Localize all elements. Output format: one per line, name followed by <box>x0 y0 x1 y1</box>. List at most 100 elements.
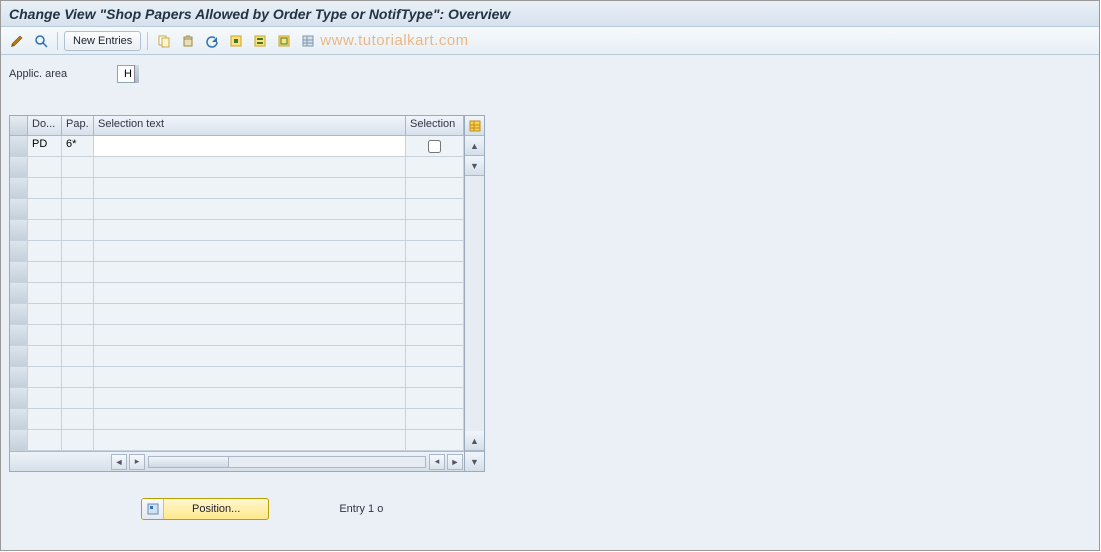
cell-pap[interactable] <box>62 178 94 198</box>
cell-do[interactable] <box>28 346 62 366</box>
cell-selection-checkbox[interactable] <box>406 388 464 408</box>
cell-selection-checkbox[interactable] <box>406 304 464 324</box>
scroll-down-icon-2[interactable]: ▼ <box>465 451 484 471</box>
cell-pap[interactable] <box>62 304 94 324</box>
cell-selection-text[interactable] <box>94 388 406 408</box>
cell-do[interactable] <box>28 283 62 303</box>
table-settings-icon[interactable] <box>298 31 318 51</box>
cell-do[interactable] <box>28 241 62 261</box>
cell-selection-checkbox[interactable] <box>406 220 464 240</box>
hscroll-thumb[interactable] <box>149 457 229 467</box>
cell-pap[interactable] <box>62 409 94 429</box>
row-selector[interactable] <box>10 157 28 177</box>
deselect-all-icon[interactable] <box>274 31 294 51</box>
position-button[interactable]: Position... <box>141 498 269 520</box>
cell-selection-checkbox[interactable] <box>406 367 464 387</box>
cell-selection-text[interactable] <box>94 262 406 282</box>
cell-selection-checkbox[interactable] <box>406 283 464 303</box>
col-do[interactable]: Do... <box>28 116 62 135</box>
select-block-icon[interactable] <box>250 31 270 51</box>
cell-selection-checkbox[interactable] <box>406 157 464 177</box>
cell-selection-checkbox[interactable] <box>406 346 464 366</box>
scroll-right-last-icon[interactable]: ► <box>447 454 463 470</box>
cell-pap[interactable] <box>62 241 94 261</box>
selection-checkbox[interactable] <box>428 140 441 153</box>
row-selector[interactable] <box>10 346 28 366</box>
row-selector[interactable] <box>10 262 28 282</box>
new-entries-button[interactable]: New Entries <box>64 31 141 51</box>
cell-selection-text[interactable] <box>94 220 406 240</box>
cell-do[interactable]: PD <box>28 136 62 156</box>
scroll-up-icon-2[interactable]: ▼ <box>465 156 484 176</box>
col-pap[interactable]: Pap. <box>62 116 94 135</box>
cell-selection-checkbox[interactable] <box>406 262 464 282</box>
hscroll-track[interactable] <box>148 456 426 468</box>
row-selector[interactable] <box>10 304 28 324</box>
row-selector[interactable] <box>10 367 28 387</box>
cell-selection-text[interactable] <box>94 346 406 366</box>
scroll-down-icon[interactable]: ▲ <box>465 431 484 451</box>
cell-selection-text[interactable] <box>94 325 406 345</box>
cell-do[interactable] <box>28 388 62 408</box>
cell-pap[interactable] <box>62 220 94 240</box>
copy-icon[interactable] <box>154 31 174 51</box>
cell-pap[interactable] <box>62 199 94 219</box>
row-selector[interactable] <box>10 409 28 429</box>
detail-icon[interactable] <box>31 31 51 51</box>
scroll-up-icon[interactable]: ▲ <box>465 136 484 156</box>
cell-pap[interactable] <box>62 157 94 177</box>
cell-pap[interactable] <box>62 388 94 408</box>
row-selector[interactable] <box>10 430 28 450</box>
cell-selection-text[interactable] <box>94 199 406 219</box>
cell-selection-text[interactable] <box>94 283 406 303</box>
scroll-right-icon[interactable]: ◂ <box>429 454 445 470</box>
row-selector[interactable] <box>10 388 28 408</box>
cell-pap[interactable] <box>62 262 94 282</box>
cell-do[interactable] <box>28 220 62 240</box>
cell-selection-text[interactable] <box>94 136 406 156</box>
vscroll-track[interactable] <box>465 176 484 431</box>
delete-icon[interactable] <box>178 31 198 51</box>
row-selector[interactable] <box>10 241 28 261</box>
cell-do[interactable] <box>28 409 62 429</box>
cell-selection-text[interactable] <box>94 178 406 198</box>
cell-selection-text[interactable] <box>94 409 406 429</box>
cell-pap[interactable] <box>62 367 94 387</box>
cell-pap[interactable]: 6* <box>62 136 94 156</box>
cell-selection-text[interactable] <box>94 430 406 450</box>
scroll-left-icon[interactable]: ▸ <box>129 454 145 470</box>
cell-selection-text[interactable] <box>94 304 406 324</box>
row-selector[interactable] <box>10 136 28 156</box>
col-selection[interactable]: Selection <box>406 116 464 135</box>
cell-do[interactable] <box>28 304 62 324</box>
row-selector[interactable] <box>10 178 28 198</box>
applic-area-field[interactable]: H <box>117 65 139 83</box>
row-selector[interactable] <box>10 199 28 219</box>
cell-selection-text[interactable] <box>94 367 406 387</box>
undo-icon[interactable] <box>202 31 222 51</box>
cell-do[interactable] <box>28 157 62 177</box>
cell-pap[interactable] <box>62 325 94 345</box>
cell-selection-text[interactable] <box>94 157 406 177</box>
row-selector[interactable] <box>10 220 28 240</box>
col-row-selector[interactable] <box>10 116 28 135</box>
toggle-change-icon[interactable] <box>7 31 27 51</box>
scroll-left-first-icon[interactable]: ◄ <box>111 454 127 470</box>
cell-do[interactable] <box>28 199 62 219</box>
select-all-icon[interactable] <box>226 31 246 51</box>
cell-selection-checkbox[interactable] <box>406 241 464 261</box>
row-selector[interactable] <box>10 325 28 345</box>
cell-do[interactable] <box>28 262 62 282</box>
row-selector[interactable] <box>10 283 28 303</box>
table-config-icon[interactable] <box>465 116 484 136</box>
cell-do[interactable] <box>28 367 62 387</box>
cell-do[interactable] <box>28 178 62 198</box>
cell-selection-checkbox[interactable] <box>406 199 464 219</box>
col-selection-text[interactable]: Selection text <box>94 116 406 135</box>
cell-pap[interactable] <box>62 430 94 450</box>
cell-do[interactable] <box>28 325 62 345</box>
cell-selection-text[interactable] <box>94 241 406 261</box>
cell-selection-checkbox[interactable] <box>406 178 464 198</box>
cell-pap[interactable] <box>62 283 94 303</box>
cell-do[interactable] <box>28 430 62 450</box>
